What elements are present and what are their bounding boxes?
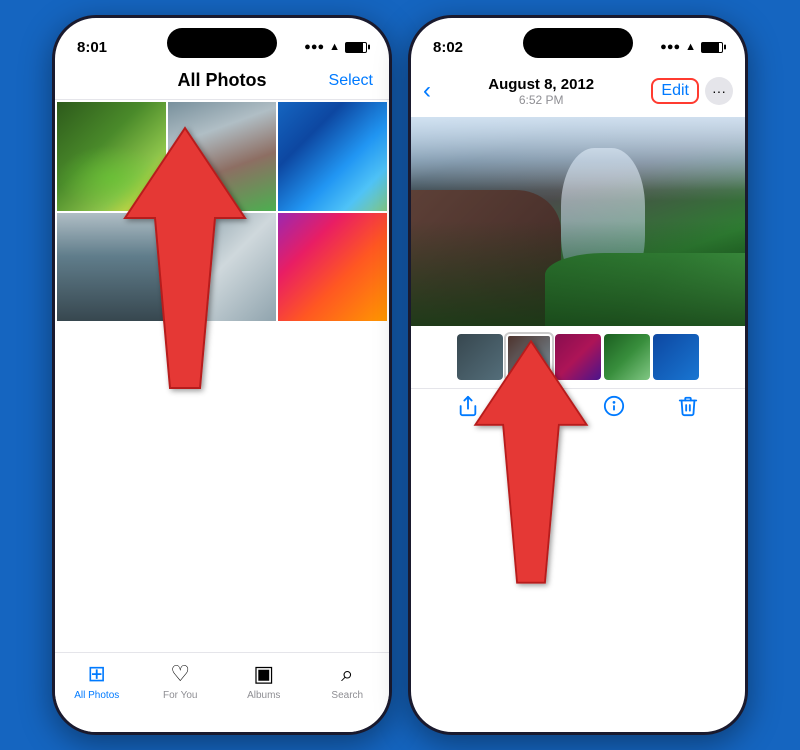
- more-options-button[interactable]: ···: [705, 77, 733, 105]
- share-button[interactable]: [457, 395, 479, 423]
- tab-search-label: Search: [331, 690, 363, 701]
- status-icons-2: ●●● ▲: [660, 41, 723, 53]
- battery-icon-1: [345, 42, 367, 53]
- dynamic-island-2: [523, 28, 633, 58]
- thumbnail-3[interactable]: [555, 334, 601, 380]
- edit-button-label: Edit: [661, 82, 689, 99]
- ellipsis-icon: ···: [712, 83, 726, 99]
- tab-albums[interactable]: ▣ Albums: [222, 661, 306, 701]
- dynamic-island-1: [167, 28, 277, 58]
- tab-search-icon: ⌕: [341, 661, 353, 687]
- like-button[interactable]: ♡: [531, 396, 551, 422]
- all-photos-title: All Photos: [121, 70, 323, 91]
- tab-photos-icon: ⊞: [88, 661, 106, 687]
- nav-right-actions: Edit ···: [651, 77, 733, 105]
- action-bar: ♡: [411, 388, 745, 439]
- battery-icon-2: [701, 42, 723, 53]
- rock-element: [411, 190, 561, 326]
- thumbnail-4[interactable]: [604, 334, 650, 380]
- wifi-icon-1: ▲: [329, 41, 340, 53]
- thumbnail-strip: [411, 326, 745, 388]
- info-button[interactable]: [603, 395, 625, 423]
- status-time-1: 8:01: [77, 39, 107, 56]
- status-icons-1: ●●● ▲: [304, 41, 367, 53]
- sky-overlay: [411, 117, 745, 190]
- photo-cell-6[interactable]: [278, 213, 387, 322]
- tab-all-photos[interactable]: ⊞ All Photos: [55, 661, 139, 701]
- tab-for-you-label: For You: [163, 690, 197, 701]
- thumbnail-5[interactable]: [653, 334, 699, 380]
- select-button[interactable]: Select: [323, 72, 373, 90]
- photo-grid: [55, 100, 389, 323]
- back-button[interactable]: ‹: [423, 77, 431, 105]
- delete-button[interactable]: [677, 395, 699, 423]
- tab-for-you-icon: ♡: [170, 661, 190, 687]
- thumbnail-1[interactable]: [457, 334, 503, 380]
- tab-albums-label: Albums: [247, 690, 280, 701]
- photo-date-area: August 8, 2012 6:52 PM: [431, 70, 651, 111]
- nav-bar-detail: ‹ August 8, 2012 6:52 PM Edit ···: [411, 66, 745, 117]
- photo-cell-3[interactable]: [278, 102, 387, 211]
- tab-bar-1: ⊞ All Photos ♡ For You ▣ Albums ⌕ Search: [55, 652, 389, 732]
- photo-cell-5[interactable]: [168, 213, 277, 322]
- tab-albums-icon: ▣: [253, 661, 274, 687]
- signal-icon-1: ●●●: [304, 41, 324, 53]
- nav-bar-1: All Photos Select: [55, 66, 389, 100]
- edit-button[interactable]: Edit: [651, 78, 699, 104]
- main-photo[interactable]: [411, 117, 745, 326]
- photo-date-main: August 8, 2012: [431, 76, 651, 93]
- status-time-2: 8:02: [433, 39, 463, 56]
- thumbnail-2-selected[interactable]: [506, 334, 552, 380]
- photo-cell-2[interactable]: [168, 102, 277, 211]
- tab-for-you[interactable]: ♡ For You: [139, 661, 223, 701]
- photo-cell-1[interactable]: [57, 102, 166, 211]
- wifi-icon-2: ▲: [685, 41, 696, 53]
- tab-all-photos-label: All Photos: [74, 690, 119, 701]
- photo-cell-4[interactable]: [57, 213, 166, 322]
- tab-search[interactable]: ⌕ Search: [306, 661, 390, 701]
- photo-date-sub: 6:52 PM: [431, 93, 651, 107]
- vegetation-overlay: [545, 253, 745, 326]
- phone-1: 8:01 ●●● ▲ All Photos Select: [52, 15, 392, 735]
- signal-icon-2: ●●●: [660, 41, 680, 53]
- phone-2: 8:02 ●●● ▲ ‹ August 8, 2012 6:52 PM Edit…: [408, 15, 748, 735]
